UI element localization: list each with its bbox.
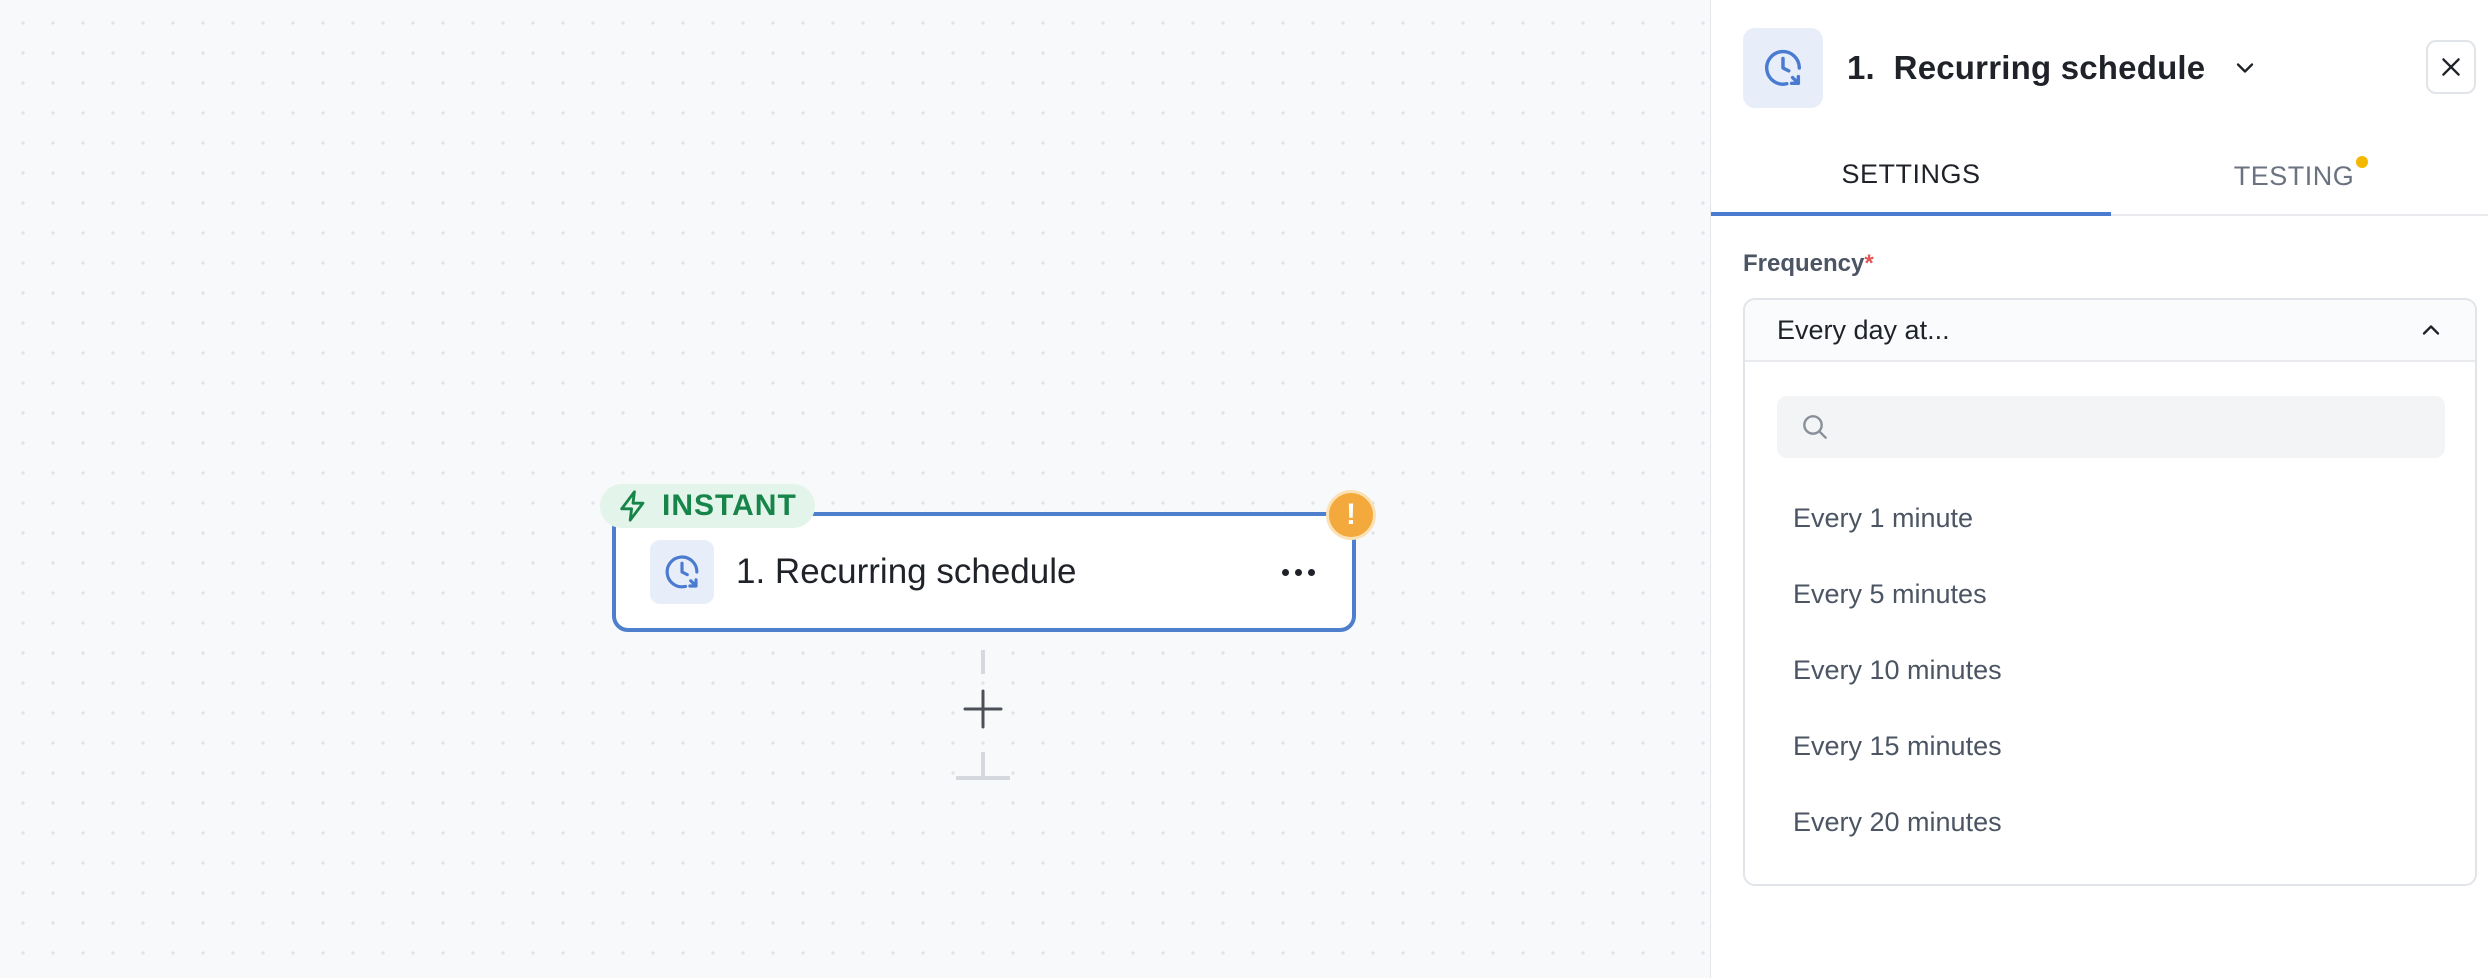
- frequency-option[interactable]: Every 1 minute: [1777, 480, 2445, 556]
- step-settings-panel: 1. Recurring schedule SETTINGS TESTING F…: [1710, 0, 2488, 978]
- frequency-option[interactable]: Every 15 minutes: [1777, 708, 2445, 784]
- connector-end-cap: [956, 776, 1010, 780]
- frequency-select-trigger[interactable]: Every day at...: [1745, 300, 2475, 362]
- recurring-clock-icon: [1764, 49, 1802, 86]
- instant-badge: INSTANT: [600, 484, 815, 528]
- instant-label: INSTANT: [662, 489, 797, 522]
- tab-settings[interactable]: SETTINGS: [1711, 136, 2111, 216]
- warning-badge[interactable]: !: [1326, 490, 1376, 540]
- frequency-options: Every 1 minute Every 5 minutes Every 10 …: [1777, 480, 2445, 860]
- frequency-search: [1777, 396, 2445, 458]
- required-mark: *: [1864, 250, 1874, 277]
- tab-testing-label: TESTING: [2233, 160, 2355, 191]
- chevron-down-icon[interactable]: [2231, 54, 2259, 82]
- chevron-up-icon: [2422, 325, 2440, 335]
- plus-icon[interactable]: [962, 688, 1004, 730]
- frequency-option[interactable]: Every 10 minutes: [1777, 632, 2445, 708]
- frequency-selected-value: Every day at...: [1777, 314, 1950, 345]
- more-horizontal-icon[interactable]: [1274, 552, 1322, 592]
- panel-header: 1. Recurring schedule: [1743, 28, 2476, 108]
- tab-testing[interactable]: TESTING: [2111, 136, 2488, 216]
- frequency-select: Every day at... Every 1 minute Every 5 m…: [1743, 298, 2477, 886]
- testing-indicator-dot: [2356, 156, 2369, 168]
- frequency-label: Frequency*: [1743, 250, 1874, 277]
- panel-title[interactable]: 1. Recurring schedule: [1847, 49, 2205, 87]
- lightning-icon: [620, 490, 645, 522]
- trigger-node-card[interactable]: 1. Recurring schedule: [612, 512, 1356, 632]
- close-icon: [2442, 58, 2460, 76]
- connector-line: [981, 650, 985, 674]
- panel-icon-container: [1743, 28, 1823, 108]
- recurring-clock-icon: [665, 555, 699, 589]
- search-icon: [1803, 415, 1827, 439]
- frequency-option[interactable]: Every 5 minutes: [1777, 556, 2445, 632]
- node-title: 1. Recurring schedule: [736, 552, 1077, 591]
- node-icon-container: [650, 540, 714, 604]
- connector-line: [981, 752, 985, 776]
- workflow-canvas[interactable]: INSTANT 1. Recurring schedule !: [0, 0, 1710, 978]
- panel-tabs: SETTINGS TESTING: [1711, 136, 2488, 216]
- frequency-option[interactable]: Every 20 minutes: [1777, 784, 2445, 860]
- trigger-node-group: INSTANT 1. Recurring schedule !: [600, 484, 1380, 804]
- tab-settings-label: SETTINGS: [1841, 158, 1981, 189]
- search-input[interactable]: [1845, 396, 2445, 458]
- close-button[interactable]: [2426, 40, 2476, 94]
